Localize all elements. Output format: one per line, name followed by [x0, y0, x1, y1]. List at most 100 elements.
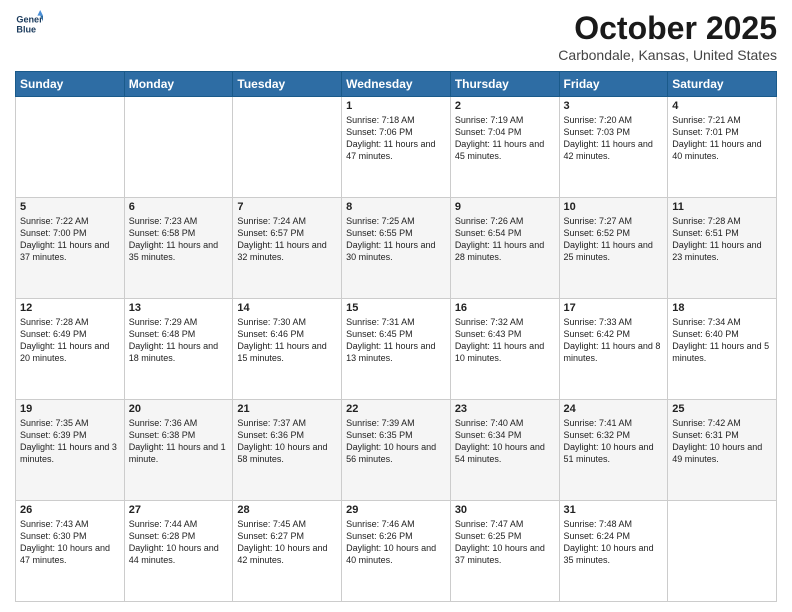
- day-number: 4: [672, 100, 772, 112]
- calendar-cell: 25Sunrise: 7:42 AMSunset: 6:31 PMDayligh…: [668, 400, 777, 501]
- cell-info: Sunrise: 7:41 AMSunset: 6:32 PMDaylight:…: [564, 417, 664, 466]
- cell-info: Sunrise: 7:36 AMSunset: 6:38 PMDaylight:…: [129, 417, 229, 466]
- day-number: 22: [346, 403, 446, 415]
- calendar-cell: 24 Sunrise: 7:41 AMSunset: 6:32 PMDayligh…: [559, 400, 668, 501]
- calendar-cell: 29Sunrise: 7:46 AMSunset: 6:26 PMDayligh…: [342, 501, 451, 602]
- calendar-cell: 16 Sunrise: 7:32 AMSunset: 6:43 PMDayligh…: [450, 299, 559, 400]
- cell-info: Sunrise: 7:18 AMSunset: 7:06 PMDaylight:…: [346, 114, 446, 163]
- cell-info: Sunrise: 7:40 AMSunset: 6:34 PMDaylight:…: [455, 417, 555, 466]
- calendar-cell: [124, 97, 233, 198]
- day-number: 19: [20, 403, 120, 415]
- calendar-cell: 9 Sunrise: 7:26 AMSunset: 6:54 PMDaylight…: [450, 198, 559, 299]
- location-title: Carbondale, Kansas, United States: [558, 47, 777, 63]
- cell-info: Sunrise: 7:19 AMSunset: 7:04 PMDaylight:…: [455, 114, 555, 163]
- day-number: 5: [20, 201, 120, 213]
- calendar-week-row: 1 Sunrise: 7:18 AMSunset: 7:06 PMDaylight…: [16, 97, 777, 198]
- day-number: 1: [346, 100, 446, 112]
- calendar-cell: 4 Sunrise: 7:21 AMSunset: 7:01 PMDaylight…: [668, 97, 777, 198]
- day-number: 23: [455, 403, 555, 415]
- calendar-cell: 18Sunrise: 7:34 AMSunset: 6:40 PMDayligh…: [668, 299, 777, 400]
- dow-header: Thursday: [450, 72, 559, 97]
- calendar-cell: 3 Sunrise: 7:20 AMSunset: 7:03 PMDaylight…: [559, 97, 668, 198]
- cell-info: Sunrise: 7:42 AMSunset: 6:31 PMDaylight:…: [672, 417, 772, 466]
- cell-info: Sunrise: 7:22 AMSunset: 7:00 PMDaylight:…: [20, 215, 120, 264]
- day-number: 13: [129, 302, 229, 314]
- cell-info: Sunrise: 7:31 AMSunset: 6:45 PMDaylight:…: [346, 316, 446, 365]
- cell-info: Sunrise: 7:44 AMSunset: 6:28 PMDaylight:…: [129, 518, 229, 567]
- calendar-cell: 26Sunrise: 7:43 AMSunset: 6:30 PMDayligh…: [16, 501, 125, 602]
- calendar-cell: 20 Sunrise: 7:36 AMSunset: 6:38 PMDayligh…: [124, 400, 233, 501]
- day-number: 16: [455, 302, 555, 314]
- day-number: 21: [237, 403, 337, 415]
- day-number: 20: [129, 403, 229, 415]
- calendar-cell: 21 Sunrise: 7:37 AMSunset: 6:36 PMDayligh…: [233, 400, 342, 501]
- cell-info: Sunrise: 7:24 AMSunset: 6:57 PMDaylight:…: [237, 215, 337, 264]
- logo-icon: General Blue: [15, 10, 43, 38]
- calendar-cell: 31Sunrise: 7:48 AMSunset: 6:24 PMDayligh…: [559, 501, 668, 602]
- logo: General Blue: [15, 10, 43, 38]
- cell-info: Sunrise: 7:45 AMSunset: 6:27 PMDaylight:…: [237, 518, 337, 567]
- calendar-body: 1 Sunrise: 7:18 AMSunset: 7:06 PMDaylight…: [16, 97, 777, 602]
- cell-info: Sunrise: 7:35 AMSunset: 6:39 PMDaylight:…: [20, 417, 120, 466]
- cell-info: Sunrise: 7:43 AMSunset: 6:30 PMDaylight:…: [20, 518, 120, 567]
- calendar-cell: 28 Sunrise: 7:45 AMSunset: 6:27 PMDayligh…: [233, 501, 342, 602]
- calendar-cell: 12 Sunrise: 7:28 AMSunset: 6:49 PMDayligh…: [16, 299, 125, 400]
- calendar-cell: 7 Sunrise: 7:24 AMSunset: 6:57 PMDaylight…: [233, 198, 342, 299]
- svg-text:General: General: [16, 15, 43, 25]
- day-number: 18: [672, 302, 772, 314]
- calendar-cell: [233, 97, 342, 198]
- dow-header: Saturday: [668, 72, 777, 97]
- day-number: 9: [455, 201, 555, 213]
- calendar-cell: 5 Sunrise: 7:22 AMSunset: 7:00 PMDaylight…: [16, 198, 125, 299]
- day-number: 29: [346, 504, 446, 516]
- cell-info: Sunrise: 7:39 AMSunset: 6:35 PMDaylight:…: [346, 417, 446, 466]
- day-number: 24: [564, 403, 664, 415]
- calendar-cell: 30Sunrise: 7:47 AMSunset: 6:25 PMDayligh…: [450, 501, 559, 602]
- calendar-cell: 14 Sunrise: 7:30 AMSunset: 6:46 PMDayligh…: [233, 299, 342, 400]
- title-block: October 2025 Carbondale, Kansas, United …: [558, 10, 777, 63]
- cell-info: Sunrise: 7:33 AMSunset: 6:42 PMDaylight:…: [564, 316, 664, 365]
- day-number: 7: [237, 201, 337, 213]
- dow-header: Tuesday: [233, 72, 342, 97]
- calendar-cell: 8 Sunrise: 7:25 AMSunset: 6:55 PMDaylight…: [342, 198, 451, 299]
- day-number: 10: [564, 201, 664, 213]
- calendar-cell: 15Sunrise: 7:31 AMSunset: 6:45 PMDayligh…: [342, 299, 451, 400]
- calendar-page: General Blue October 2025 Carbondale, Ka…: [0, 0, 792, 612]
- cell-info: Sunrise: 7:23 AMSunset: 6:58 PMDaylight:…: [129, 215, 229, 264]
- cell-info: Sunrise: 7:32 AMSunset: 6:43 PMDaylight:…: [455, 316, 555, 365]
- cell-info: Sunrise: 7:28 AMSunset: 6:49 PMDaylight:…: [20, 316, 120, 365]
- day-number: 8: [346, 201, 446, 213]
- day-of-week-row: SundayMondayTuesdayWednesdayThursdayFrid…: [16, 72, 777, 97]
- day-number: 28: [237, 504, 337, 516]
- cell-info: Sunrise: 7:26 AMSunset: 6:54 PMDaylight:…: [455, 215, 555, 264]
- cell-info: Sunrise: 7:21 AMSunset: 7:01 PMDaylight:…: [672, 114, 772, 163]
- calendar-week-row: 12 Sunrise: 7:28 AMSunset: 6:49 PMDayligh…: [16, 299, 777, 400]
- cell-info: Sunrise: 7:25 AMSunset: 6:55 PMDaylight:…: [346, 215, 446, 264]
- calendar-cell: 2Sunrise: 7:19 AMSunset: 7:04 PMDaylight…: [450, 97, 559, 198]
- cell-info: Sunrise: 7:28 AMSunset: 6:51 PMDaylight:…: [672, 215, 772, 264]
- calendar-cell: 23 Sunrise: 7:40 AMSunset: 6:34 PMDayligh…: [450, 400, 559, 501]
- day-number: 17: [564, 302, 664, 314]
- cell-info: Sunrise: 7:47 AMSunset: 6:25 PMDaylight:…: [455, 518, 555, 567]
- day-number: 12: [20, 302, 120, 314]
- dow-header: Wednesday: [342, 72, 451, 97]
- calendar-cell: [668, 501, 777, 602]
- month-title: October 2025: [558, 10, 777, 47]
- cell-info: Sunrise: 7:27 AMSunset: 6:52 PMDaylight:…: [564, 215, 664, 264]
- cell-info: Sunrise: 7:37 AMSunset: 6:36 PMDaylight:…: [237, 417, 337, 466]
- day-number: 14: [237, 302, 337, 314]
- cell-info: Sunrise: 7:20 AMSunset: 7:03 PMDaylight:…: [564, 114, 664, 163]
- cell-info: Sunrise: 7:30 AMSunset: 6:46 PMDaylight:…: [237, 316, 337, 365]
- day-number: 27: [129, 504, 229, 516]
- calendar-cell: 22 Sunrise: 7:39 AMSunset: 6:35 PMDayligh…: [342, 400, 451, 501]
- calendar-week-row: 5 Sunrise: 7:22 AMSunset: 7:00 PMDaylight…: [16, 198, 777, 299]
- calendar-cell: 6Sunrise: 7:23 AMSunset: 6:58 PMDaylight…: [124, 198, 233, 299]
- svg-text:Blue: Blue: [16, 24, 36, 34]
- dow-header: Friday: [559, 72, 668, 97]
- calendar-cell: 27 Sunrise: 7:44 AMSunset: 6:28 PMDayligh…: [124, 501, 233, 602]
- calendar-cell: [16, 97, 125, 198]
- day-number: 3: [564, 100, 664, 112]
- cell-info: Sunrise: 7:29 AMSunset: 6:48 PMDaylight:…: [129, 316, 229, 365]
- calendar-table: SundayMondayTuesdayWednesdayThursdayFrid…: [15, 71, 777, 602]
- cell-info: Sunrise: 7:48 AMSunset: 6:24 PMDaylight:…: [564, 518, 664, 567]
